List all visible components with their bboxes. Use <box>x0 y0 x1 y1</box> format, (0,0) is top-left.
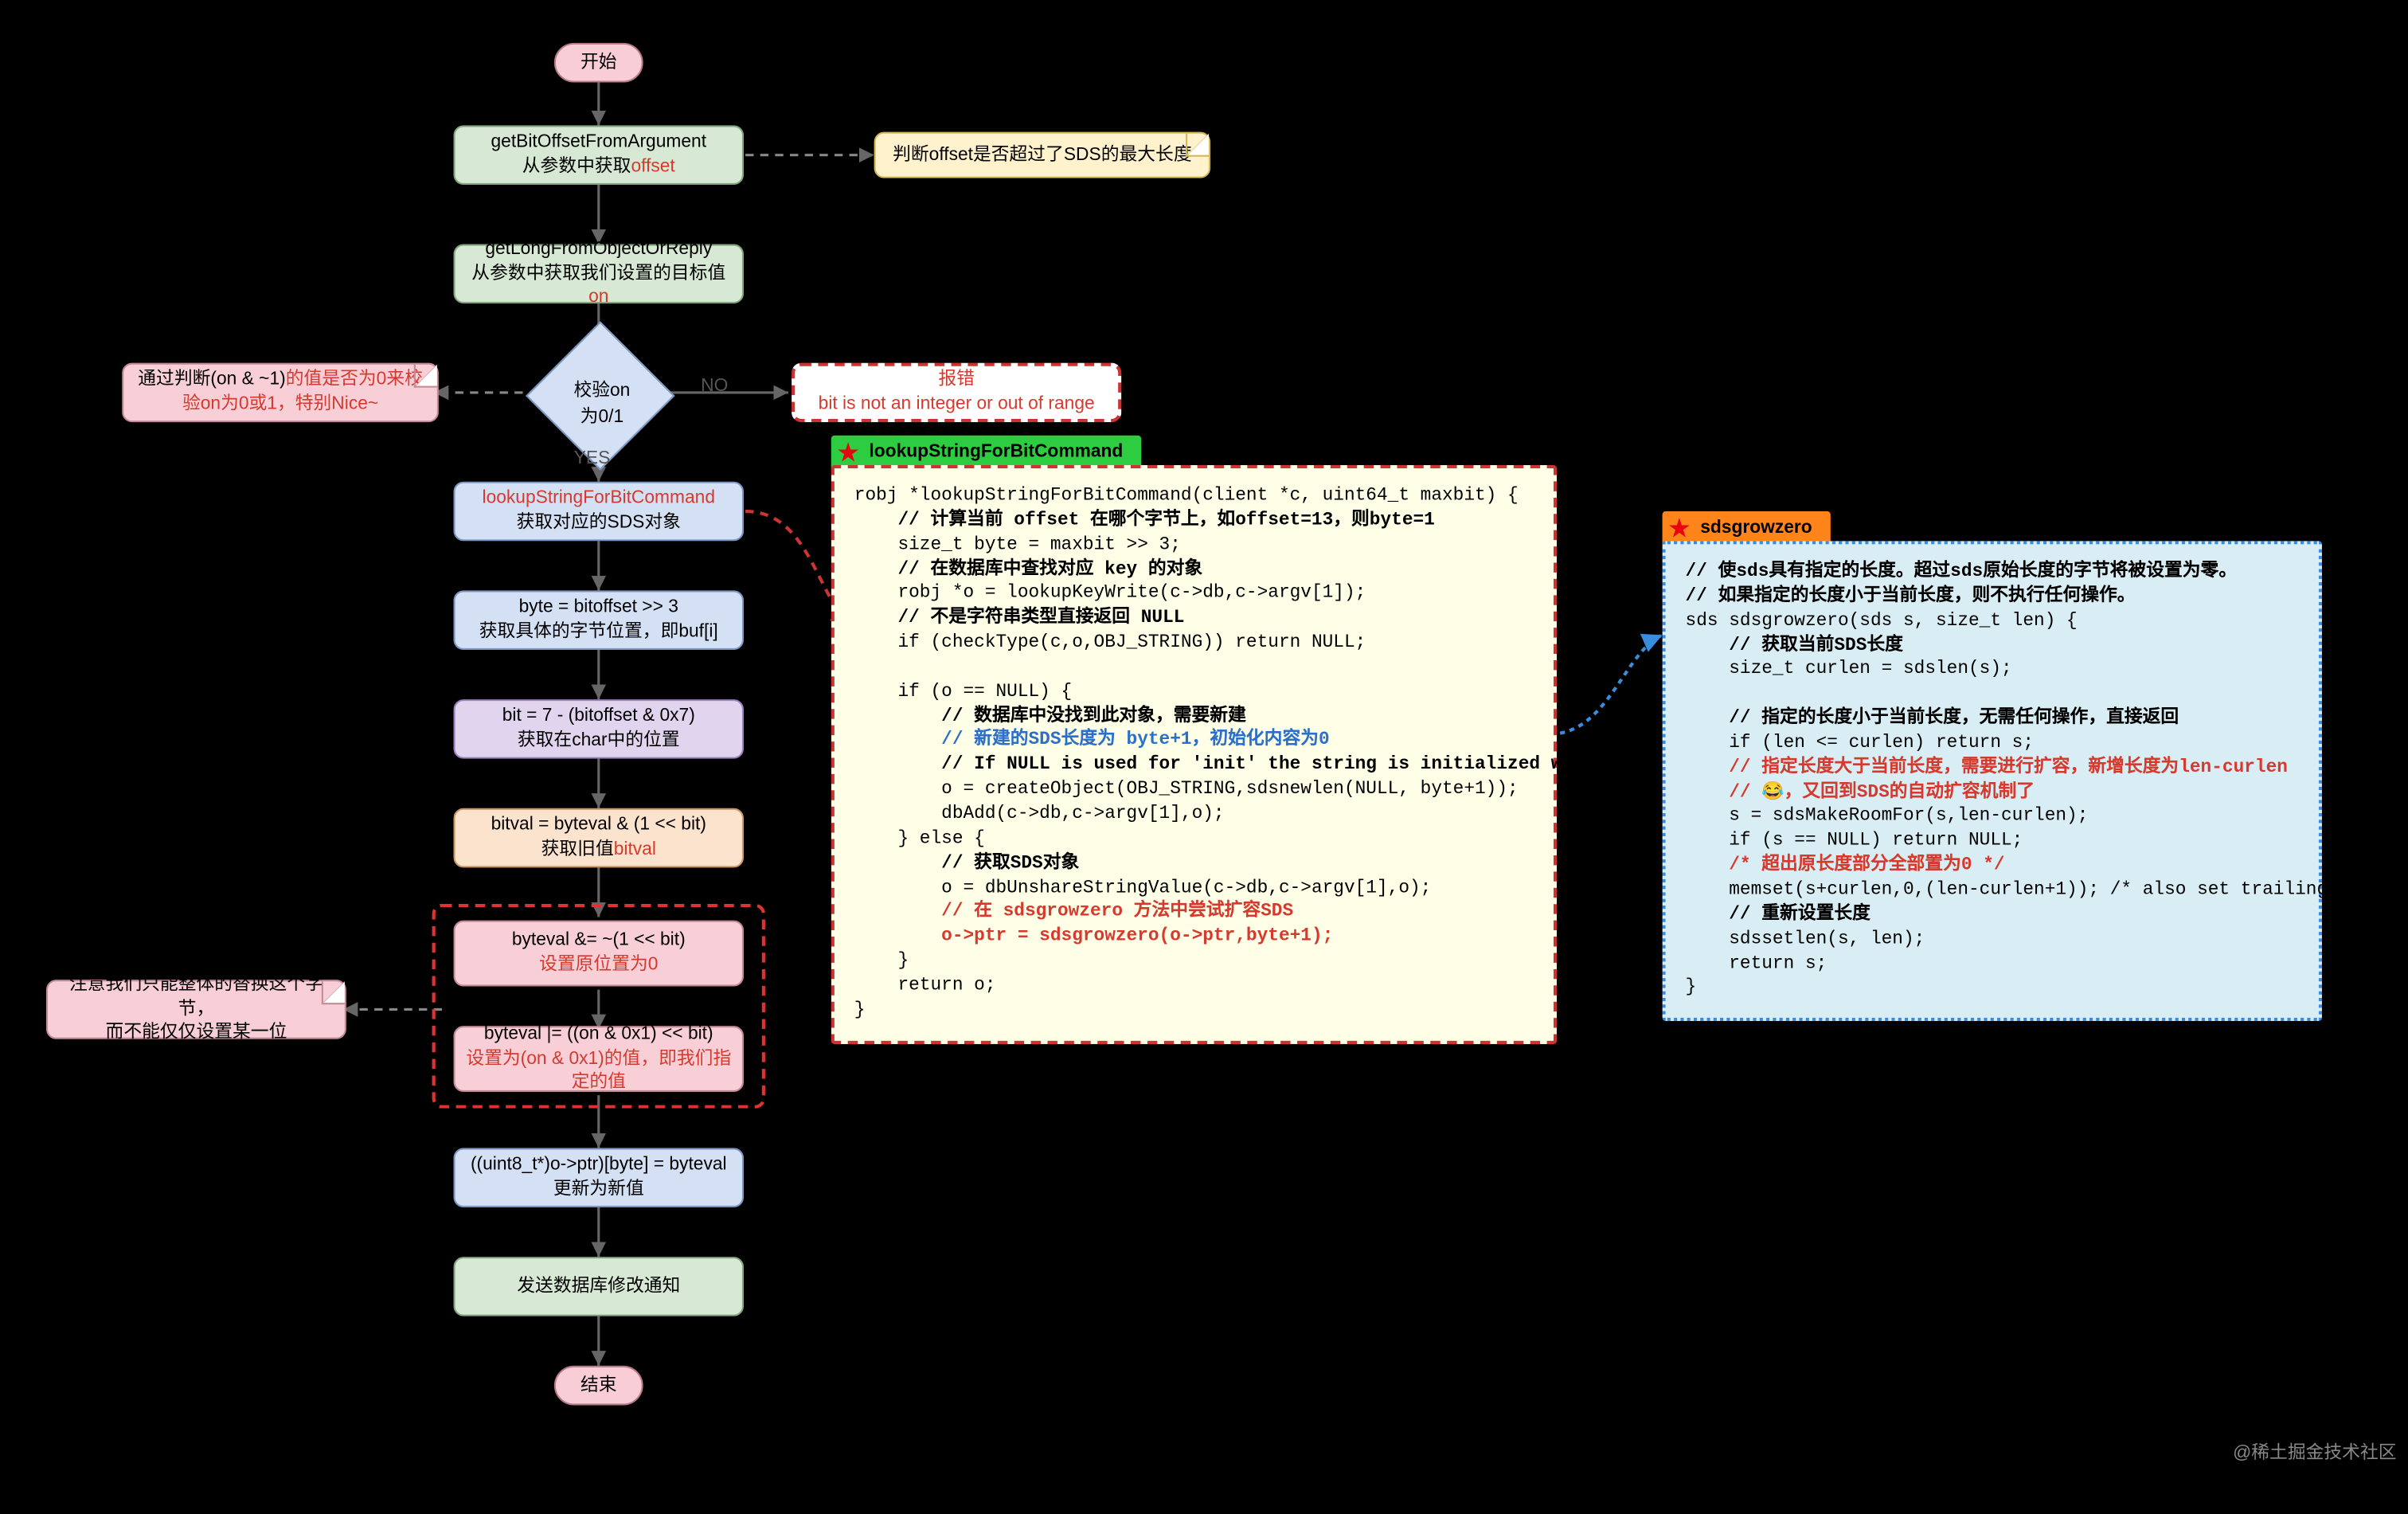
note-offset: 判断offset是否超过了SDS的最大长度 <box>874 132 1210 178</box>
step-get-long: getLongFromObjectOrReply 从参数中获取我们设置的目标值o… <box>454 245 744 304</box>
star-icon: ★ <box>838 439 858 467</box>
s4-line1: byte = bitoffset >> 3 <box>519 596 678 620</box>
step-byte-shift: byte = bitoffset >> 3 获取具体的字节位置，即buf[i] <box>454 590 744 650</box>
s10-line: 发送数据库修改通知 <box>517 1274 680 1299</box>
s2-line1: getLongFromObjectOrReply <box>485 237 712 262</box>
s8-line1: byteval |= ((on & 0x1) << bit) <box>484 1022 713 1046</box>
s9-line2: 更新为新值 <box>553 1178 644 1203</box>
step-update-ptr: ((uint8_t*)o->ptr)[byte] = byteval 更新为新值 <box>454 1148 744 1207</box>
codebox-sdsgrowzero: // 使sds具有指定的长度。超过sds原始长度的字节将被设置为零。// 如果指… <box>1663 541 2322 1021</box>
note-validate-on: 通过判断(on & ~1)的值是否为0来校验on为0或1，特别Nice~ <box>122 363 439 423</box>
s2-line2: 从参数中获取我们设置的目标值on <box>465 261 733 310</box>
s9-line1: ((uint8_t*)o->ptr)[byte] = byteval <box>471 1153 727 1178</box>
note-replace-a: 注意我们只能整体的替换这个字节， <box>57 972 334 1021</box>
step-set-bit: byteval |= ((on & 0x1) << bit) 设置为(on & … <box>454 1026 744 1092</box>
err-line2: bit is not an integer or out of range <box>819 393 1095 417</box>
label-yes: YES <box>574 448 611 468</box>
codetab-sdsgrowzero: ★ sdsgrowzero <box>1663 511 1831 544</box>
step-bit-pos: bit = 7 - (bitoffset & 0x7) 获取在char中的位置 <box>454 699 744 759</box>
terminator-end: 结束 <box>554 1366 643 1406</box>
step-bitval: bitval = byteval & (1 << bit) 获取旧值bitval <box>454 808 744 868</box>
step-lookup-string: lookupStringForBitCommand 获取对应的SDS对象 <box>454 482 744 542</box>
codebox-lookup: robj *lookupStringForBitCommand(client *… <box>831 465 1557 1043</box>
label-no: NO <box>701 376 728 396</box>
watermark: @稀土掘金技术社区 <box>2233 1438 2396 1465</box>
start-label: 开始 <box>580 50 617 75</box>
note-replace-b: 而不能仅仅设置某一位 <box>106 1022 287 1046</box>
s4-line2: 获取具体的字节位置，即buf[i] <box>479 620 718 645</box>
s3-line2: 获取对应的SDS对象 <box>517 511 681 536</box>
s7-line2: 设置原位置为0 <box>539 953 658 978</box>
step-get-bit-offset: getBitOffsetFromArgument 从参数中获取offset <box>454 125 744 185</box>
s8-line2: 设置为(on & 0x1)的值，即我们指定的值 <box>465 1046 733 1095</box>
error-node: 报错 bit is not an integer or out of range <box>792 363 1121 423</box>
terminator-start: 开始 <box>554 43 643 83</box>
s5-line2: 获取在char中的位置 <box>518 729 680 753</box>
step-clear-bit: byteval &= ~(1 << bit) 设置原位置为0 <box>454 921 744 987</box>
s7-line1: byteval &= ~(1 << bit) <box>512 929 686 953</box>
step-notify: 发送数据库修改通知 <box>454 1257 744 1316</box>
codetab-lookup: ★ lookupStringForBitCommand <box>831 436 1141 468</box>
err-line1: 报错 <box>938 368 975 393</box>
note-on-text: 通过判断(on & ~1)的值是否为0来校验on为0或1，特别Nice~ <box>134 368 428 417</box>
note-offset-text: 判断offset是否超过了SDS的最大长度 <box>893 143 1192 167</box>
s1-line1: getBitOffsetFromArgument <box>491 131 707 155</box>
s5-line1: bit = 7 - (bitoffset & 0x7) <box>502 705 695 730</box>
s3-line1: lookupStringForBitCommand <box>483 487 715 511</box>
s6-line2: 获取旧值bitval <box>541 838 656 863</box>
note-replace-byte: 注意我们只能整体的替换这个字节， 而不能仅仅设置某一位 <box>46 980 346 1039</box>
star-icon: ★ <box>1669 514 1690 542</box>
s1-line2: 从参数中获取offset <box>522 155 675 180</box>
decision-label: 校验on 为0/1 <box>528 376 676 428</box>
end-label: 结束 <box>580 1373 617 1398</box>
s6-line1: bitval = byteval & (1 << bit) <box>491 813 706 838</box>
